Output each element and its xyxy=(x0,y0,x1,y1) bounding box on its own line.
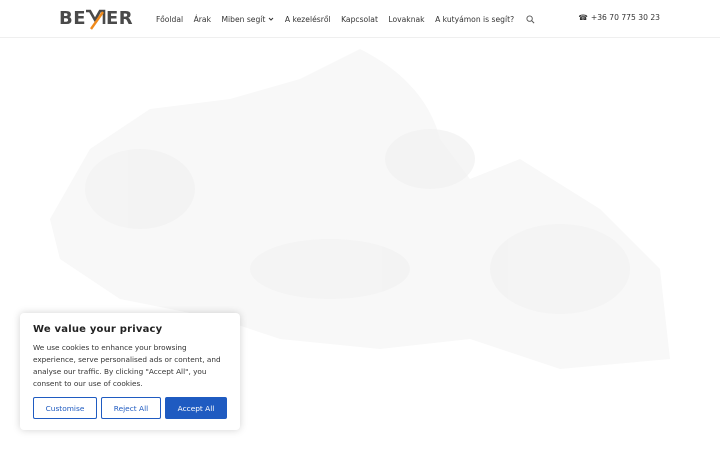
nav-item-how-it-helps[interactable]: Miben segít xyxy=(221,15,274,24)
phone-number: +36 70 775 30 23 xyxy=(590,13,660,22)
site-header: BE ER Főoldal Árak Miben segít A kezelés… xyxy=(0,0,720,38)
phone-contact[interactable]: ☎ +36 70 775 30 23 xyxy=(578,13,660,22)
nav-item-how-it-helps-label: Miben segít xyxy=(221,14,266,24)
accept-all-button[interactable]: Accept All xyxy=(165,397,227,419)
cookie-buttons: Customise Reject All Accept All xyxy=(33,397,227,419)
chevron-down-icon xyxy=(269,17,274,21)
bemer-logo[interactable]: BE ER xyxy=(59,7,143,30)
nav-item-treatment[interactable]: A kezelésről xyxy=(285,15,331,24)
svg-text:ER: ER xyxy=(106,8,133,29)
svg-text:BE: BE xyxy=(59,8,86,29)
cookie-text: We use cookies to enhance your browsing … xyxy=(33,343,221,388)
customise-button[interactable]: Customise xyxy=(33,397,97,419)
nav-item-contact[interactable]: Kapcsolat xyxy=(341,15,378,24)
search-icon[interactable] xyxy=(526,14,535,24)
phone-icon: ☎ xyxy=(578,13,588,22)
nav-item-horses[interactable]: Lovaknak xyxy=(388,15,424,24)
nav-item-prices[interactable]: Árak xyxy=(194,15,211,24)
nav-item-home[interactable]: Főoldal xyxy=(156,15,183,24)
main-nav: Főoldal Árak Miben segít A kezelésről Ka… xyxy=(156,0,535,38)
cookie-title: We value your privacy xyxy=(33,324,163,335)
nav-item-dogs[interactable]: A kutyámon is segít? xyxy=(435,15,514,24)
cookie-consent-banner: We value your privacy We use cookies to … xyxy=(20,313,240,430)
reject-all-button[interactable]: Reject All xyxy=(101,397,161,419)
